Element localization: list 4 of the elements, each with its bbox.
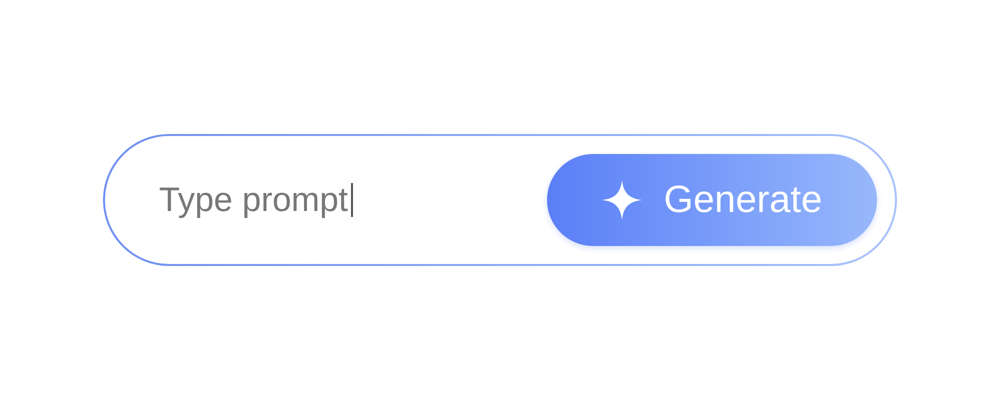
input-field[interactable]: Type prompt: [159, 175, 353, 225]
generate-button[interactable]: Generate: [547, 154, 877, 246]
text-cursor-icon: [350, 183, 353, 217]
sparkle-icon: [602, 180, 642, 220]
